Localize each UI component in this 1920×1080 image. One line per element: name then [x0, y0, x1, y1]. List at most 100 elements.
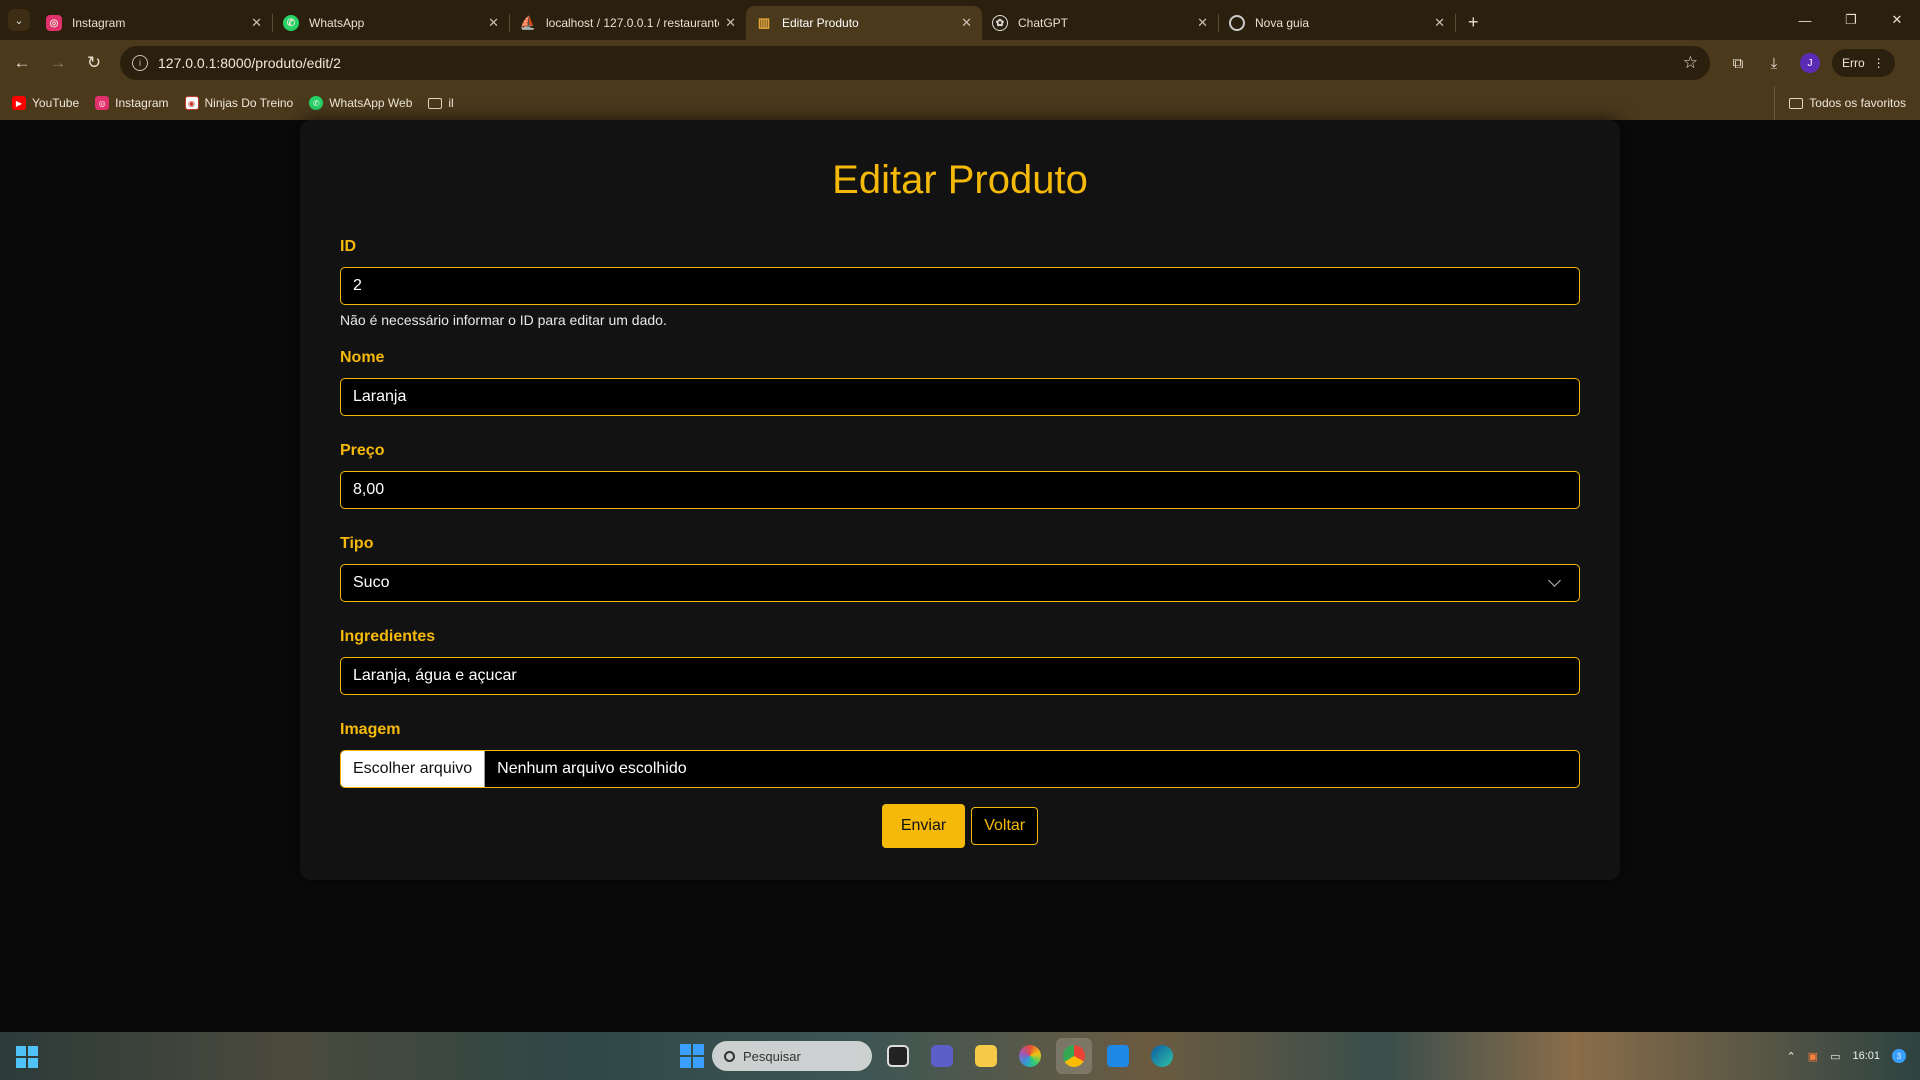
bookmark-youtube[interactable]: ▶ YouTube [12, 96, 79, 110]
bookmarks-bar: ▶ YouTube ◎ Instagram ◉ Ninjas Do Treino… [0, 86, 1920, 120]
submit-button[interactable]: Enviar [881, 804, 966, 848]
clock[interactable]: 16:01 [1852, 1050, 1880, 1063]
nome-group: Nome Laranja [340, 349, 1580, 416]
tab-nova-guia[interactable]: Nova guia ✕ [1219, 6, 1455, 40]
widgets-icon[interactable] [16, 1046, 38, 1068]
search-icon [724, 1050, 735, 1062]
chrome-icon [1229, 15, 1245, 31]
whatsapp-icon: ✆ [283, 15, 299, 31]
ingredientes-label: Ingredientes [340, 628, 436, 645]
page-viewport: Editar Produto ID 2 Não é necessário inf… [0, 120, 1920, 1030]
bookmark-folder-il[interactable]: il [428, 96, 454, 110]
nome-label: Nome [340, 349, 385, 366]
reload-icon[interactable]: ↻ [76, 45, 112, 81]
close-tab-icon[interactable]: ✕ [1197, 15, 1208, 31]
site-info-icon[interactable]: i [132, 55, 148, 71]
close-tab-icon[interactable]: ✕ [251, 15, 262, 31]
bookmark-label: YouTube [32, 96, 80, 110]
download-icon[interactable]: ⤓ [1756, 55, 1792, 72]
back-arrow-icon[interactable]: ← [4, 45, 40, 81]
tab-title: Nova guia [1255, 16, 1310, 30]
kebab-menu-icon: ⋮ [1872, 56, 1885, 70]
tab-title: localhost / 127.0.0.1 / restaurante [546, 16, 720, 30]
windows-taskbar: Pesquisar ⌃ ▣ ▭ 16:01 3 [0, 1032, 1920, 1080]
windows-start-icon[interactable] [680, 1044, 704, 1068]
preco-group: Preço 8,00 [340, 442, 1580, 509]
close-tab-icon[interactable]: ✕ [961, 15, 972, 31]
tab-chatgpt[interactable]: ✿ ChatGPT ✕ [982, 6, 1218, 40]
id-help-text: Não é necessário informar o ID para edit… [340, 312, 667, 328]
instagram-icon: ◎ [95, 96, 110, 110]
tab-divider [1455, 14, 1456, 32]
chevron-up-icon[interactable]: ⌃ [1786, 1050, 1795, 1063]
close-window-icon[interactable]: ✕ [1874, 0, 1920, 40]
tipo-selected-value: Suco [353, 574, 390, 591]
taskbar-search[interactable]: Pesquisar [712, 1041, 872, 1071]
id-input[interactable]: 2 [340, 267, 1580, 305]
form-actions: Enviar Voltar [340, 804, 1580, 848]
bookmark-instagram[interactable]: ◎ Instagram [95, 96, 169, 110]
xampp-tray-icon[interactable]: ▣ [1808, 1050, 1818, 1063]
tab-search-button[interactable]: ⌄ [8, 9, 30, 31]
edge-icon[interactable] [1144, 1038, 1180, 1074]
task-view-icon[interactable] [880, 1038, 916, 1074]
preco-input[interactable]: 8,00 [340, 471, 1580, 509]
folder-icon [428, 97, 443, 109]
profile-error-button[interactable]: Erro ⋮ [1832, 49, 1895, 77]
tab-whatsapp[interactable]: ✆ WhatsApp ✕ [273, 6, 509, 40]
tab-title: ChatGPT [1018, 16, 1069, 30]
restaurant-icon: ▥ [757, 15, 771, 30]
tipo-select[interactable]: Suco [340, 564, 1580, 602]
close-tab-icon[interactable]: ✕ [1434, 15, 1445, 31]
minimize-icon[interactable]: — [1782, 0, 1828, 40]
file-explorer-icon[interactable] [968, 1038, 1004, 1074]
tab-title: WhatsApp [309, 16, 365, 30]
tab-title: Instagram [72, 16, 126, 30]
profile-avatar[interactable]: J [1800, 53, 1820, 73]
folder-icon [1789, 97, 1804, 109]
nome-input[interactable]: Laranja [340, 378, 1580, 416]
imagem-file-input[interactable]: Escolher arquivo Nenhum arquivo escolhid… [340, 750, 1580, 788]
all-bookmarks-label: Todos os favoritos [1809, 96, 1906, 110]
bookmark-ninjas-do-treino[interactable]: ◉ Ninjas Do Treino [184, 96, 293, 110]
close-tab-icon[interactable]: ✕ [488, 15, 499, 31]
edit-product-card: Editar Produto ID 2 Não é necessário inf… [300, 120, 1620, 880]
phpmyadmin-icon: ⛵ [519, 15, 537, 30]
all-bookmarks-button[interactable]: Todos os favoritos [1774, 86, 1906, 120]
restore-icon[interactable]: ❐ [1828, 0, 1874, 40]
back-button[interactable]: Voltar [971, 807, 1039, 845]
profile-status-label: Erro [1842, 56, 1865, 70]
chrome-taskbar-icon[interactable] [1056, 1038, 1092, 1074]
tab-title: Editar Produto [782, 16, 859, 30]
url-text[interactable]: 127.0.0.1:8000/produto/edit/2 [158, 55, 1683, 71]
youtube-icon: ▶ [12, 96, 26, 110]
edit-product-form: ID 2 Não é necessário informar o ID para… [340, 238, 1580, 848]
address-bar[interactable]: i 127.0.0.1:8000/produto/edit/2 ☆ [120, 46, 1710, 80]
bookmark-label: il [448, 96, 454, 110]
close-tab-icon[interactable]: ✕ [725, 15, 736, 31]
bookmark-whatsapp-web[interactable]: ✆ WhatsApp Web [309, 96, 412, 110]
whatsapp-icon: ✆ [309, 96, 324, 110]
choose-file-button[interactable]: Escolher arquivo [341, 751, 486, 787]
tab-editar-produto[interactable]: ▥ Editar Produto ✕ [746, 6, 982, 40]
tab-instagram[interactable]: ◎ Instagram ✕ [36, 6, 272, 40]
browser-toolbar: ← → ↻ i 127.0.0.1:8000/produto/edit/2 ☆ … [0, 40, 1920, 86]
window-controls: — ❐ ✕ [1782, 0, 1920, 40]
preco-label: Preço [340, 442, 385, 459]
system-tray: ⌃ ▣ ▭ 16:01 3 [1786, 1040, 1906, 1072]
network-icon[interactable]: ▭ [1830, 1050, 1840, 1063]
notification-badge[interactable]: 3 [1892, 1049, 1906, 1063]
id-label: ID [340, 238, 356, 255]
bookmark-star-icon[interactable]: ☆ [1683, 53, 1698, 73]
extensions-puzzle-icon[interactable]: ⧉ [1720, 55, 1756, 72]
vscode-icon[interactable] [1100, 1038, 1136, 1074]
taskbar-apps: Pesquisar [680, 1038, 1180, 1074]
photos-icon[interactable] [1012, 1038, 1048, 1074]
new-tab-plus-icon[interactable]: + [1468, 12, 1479, 33]
teams-icon[interactable] [924, 1038, 960, 1074]
forward-arrow-icon[interactable]: → [40, 45, 76, 81]
page-title: Editar Produto [832, 158, 1088, 202]
tipo-label: Tipo [340, 535, 374, 552]
tab-phpmyadmin[interactable]: ⛵ localhost / 127.0.0.1 / restaurante ✕ [510, 6, 746, 40]
ingredientes-input[interactable]: Laranja, água e açucar [340, 657, 1580, 695]
